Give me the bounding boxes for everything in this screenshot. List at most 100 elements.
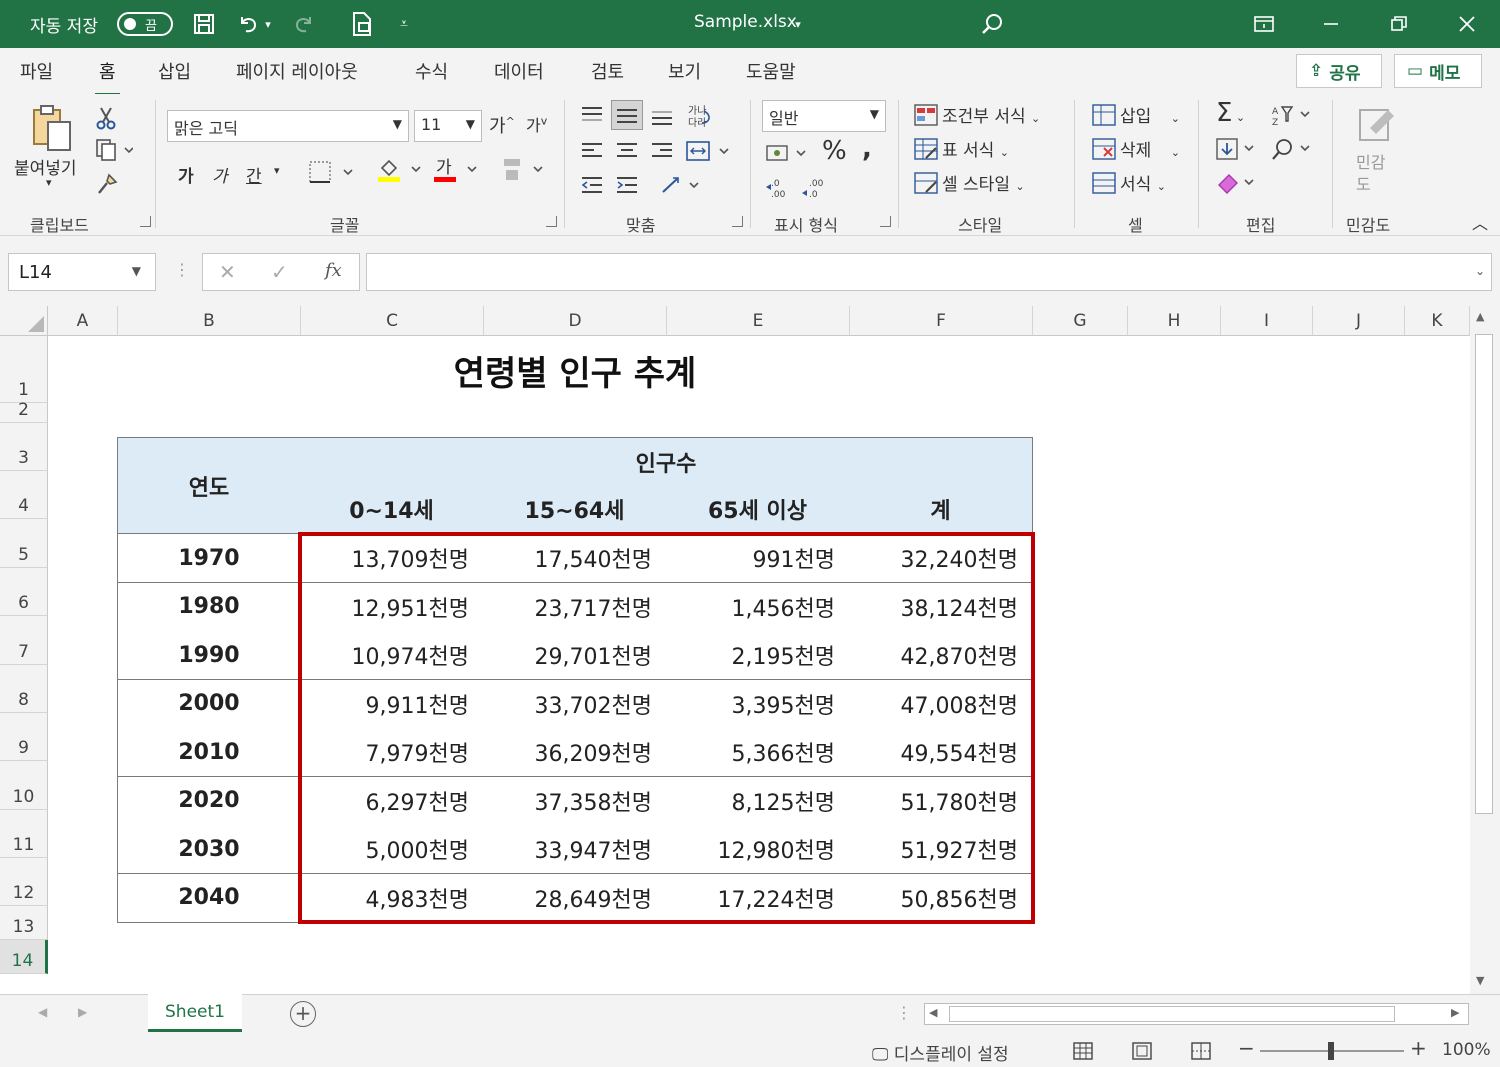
row-header-1[interactable]: 1 [0, 336, 48, 403]
name-box[interactable]: L14 ▼ [8, 253, 156, 291]
row-header-11[interactable]: 11 [0, 810, 48, 858]
delete-cells-button[interactable]: 삭제 ⌄ [1120, 136, 1180, 161]
align-bottom-icon[interactable] [648, 104, 676, 130]
year-cell[interactable]: 2040 [117, 873, 301, 923]
minimize-icon[interactable] [1315, 8, 1347, 40]
format-as-table-icon[interactable] [912, 136, 940, 162]
year-cell[interactable]: 2010 [117, 728, 301, 777]
value-cell-total[interactable]: 42,870천명 [849, 631, 1033, 680]
sensitivity-button[interactable]: 민감도 [1356, 152, 1392, 196]
scroll-tabs-right-icon[interactable]: ▶ [78, 1005, 87, 1019]
scroll-left-icon[interactable]: ◀ [929, 1006, 937, 1019]
delete-cells-icon[interactable] [1090, 136, 1118, 162]
fill-icon[interactable] [1214, 136, 1258, 162]
underline-button[interactable]: 간 [246, 162, 262, 187]
row-header-6[interactable]: 6 [0, 568, 48, 616]
value-cell-age-0-14[interactable]: 10,974천명 [300, 631, 484, 680]
sheet-title[interactable]: 연령별 인구 추계 [300, 346, 850, 395]
merge-center-icon[interactable] [685, 138, 733, 164]
align-middle-icon[interactable] [611, 100, 643, 130]
grow-font-button[interactable]: 가^ [489, 112, 515, 138]
font-name-combo[interactable]: 맑은 고딕 ▼ [167, 110, 409, 142]
value-cell-age-0-14[interactable]: 13,709천명 [300, 534, 484, 583]
zoom-in-icon[interactable]: + [1410, 1036, 1427, 1060]
insert-cells-icon[interactable] [1090, 102, 1118, 128]
value-cell-age-65-plus[interactable]: 17,224천명 [666, 873, 850, 923]
tab-formulas[interactable]: 수식 [415, 58, 448, 84]
undo-icon[interactable] [234, 10, 262, 38]
collapse-ribbon-icon[interactable]: ︿ [1472, 210, 1488, 234]
filename-dropdown-icon[interactable]: ▾ [790, 10, 806, 38]
vertical-scrollbar[interactable]: ▲ ▼ [1470, 306, 1500, 994]
row-header-13[interactable]: 13 [0, 906, 48, 940]
close-icon[interactable] [1451, 8, 1483, 40]
column-header-h[interactable]: H [1128, 306, 1221, 336]
cell-styles-button[interactable]: 셀 스타일 ⌄ [942, 170, 1025, 195]
row-header-5[interactable]: 5 [0, 519, 48, 568]
year-cell[interactable]: 2030 [117, 825, 301, 874]
row-header-7[interactable]: 7 [0, 616, 48, 665]
format-as-table-button[interactable]: 표 서식 ⌄ [942, 136, 1009, 161]
row-header-10[interactable]: 10 [0, 761, 48, 810]
share-button[interactable]: ⇪ 공유 [1296, 54, 1382, 88]
subheader-0-14[interactable]: 0~14세 [300, 485, 484, 534]
display-settings-button[interactable]: 🖵 디스플레이 설정 [872, 1040, 1009, 1065]
restore-icon[interactable] [1383, 8, 1415, 40]
value-cell-total[interactable]: 47,008천명 [849, 679, 1033, 729]
enter-icon[interactable]: ✓ [271, 260, 288, 284]
increase-indent-icon[interactable] [613, 172, 641, 198]
zoom-out-icon[interactable]: − [1238, 1036, 1255, 1060]
clipboard-launcher-icon[interactable] [140, 216, 151, 227]
select-all-corner[interactable] [0, 306, 48, 336]
scroll-up-icon[interactable]: ▲ [1476, 310, 1484, 323]
font-color-icon[interactable]: 가 [432, 156, 480, 184]
value-cell-age-0-14[interactable]: 4,983천명 [300, 873, 484, 923]
year-cell[interactable]: 2000 [117, 679, 301, 729]
value-cell-age-15-64[interactable]: 17,540천명 [483, 534, 667, 583]
value-cell-age-15-64[interactable]: 33,702천명 [483, 679, 667, 729]
tab-insert[interactable]: 삽입 [158, 58, 191, 84]
clear-icon[interactable] [1214, 170, 1258, 196]
tab-review[interactable]: 검토 [591, 58, 624, 84]
value-cell-age-0-14[interactable]: 9,911천명 [300, 679, 484, 729]
value-cell-total[interactable]: 51,927천명 [849, 825, 1033, 874]
column-header-i[interactable]: I [1221, 306, 1313, 336]
phonetic-guide-icon[interactable] [500, 156, 548, 184]
value-cell-age-65-plus[interactable]: 8,125천명 [666, 776, 850, 826]
sort-filter-icon[interactable]: AZ [1270, 102, 1314, 128]
number-launcher-icon[interactable] [880, 216, 891, 227]
tab-file[interactable]: 파일 [20, 58, 53, 84]
percent-style-icon[interactable]: % [822, 136, 847, 166]
tab-data[interactable]: 데이터 [494, 58, 544, 84]
sensitivity-icon[interactable] [1354, 100, 1398, 148]
value-cell-age-0-14[interactable]: 7,979천명 [300, 728, 484, 777]
row-header-4[interactable]: 4 [0, 471, 48, 519]
add-sheet-icon[interactable]: + [290, 1001, 316, 1027]
format-cells-icon[interactable] [1090, 170, 1118, 196]
value-cell-age-0-14[interactable]: 6,297천명 [300, 776, 484, 826]
column-header-g[interactable]: G [1033, 306, 1128, 336]
tab-home[interactable]: 홈 [95, 58, 120, 96]
expand-formula-bar-icon[interactable]: ⌄ [1475, 264, 1485, 278]
paste-dropdown-icon[interactable]: ▾ [46, 176, 52, 189]
page-layout-view-icon[interactable] [1131, 1040, 1153, 1062]
comments-button[interactable]: ▭ 메모 [1394, 54, 1482, 88]
value-cell-age-65-plus[interactable]: 5,366천명 [666, 728, 850, 777]
font-size-combo[interactable]: 11 ▼ [414, 110, 482, 142]
align-right-icon[interactable] [648, 138, 676, 164]
insert-cells-button[interactable]: 삽입 ⌄ [1120, 102, 1180, 127]
customize-toolbar-icon[interactable]: ⩡ [390, 10, 418, 38]
borders-icon[interactable] [308, 160, 356, 184]
cancel-icon[interactable]: ✕ [219, 260, 236, 284]
file-name[interactable]: Sample.xlsx [694, 12, 797, 32]
underline-dropdown-icon[interactable]: ▾ [274, 164, 280, 177]
alignment-launcher-icon[interactable] [732, 216, 743, 227]
value-cell-age-65-plus[interactable]: 991천명 [666, 534, 850, 583]
formula-input[interactable]: ⌄ [366, 253, 1492, 291]
orientation-icon[interactable] [659, 172, 703, 198]
normal-view-icon[interactable] [1072, 1040, 1094, 1062]
horizontal-scroll-thumb[interactable] [949, 1006, 1395, 1022]
year-cell[interactable]: 2020 [117, 776, 301, 826]
decrease-decimal-icon[interactable]: .00.0 [800, 174, 830, 200]
autosum-icon[interactable]: Σ ⌄ [1216, 98, 1245, 128]
